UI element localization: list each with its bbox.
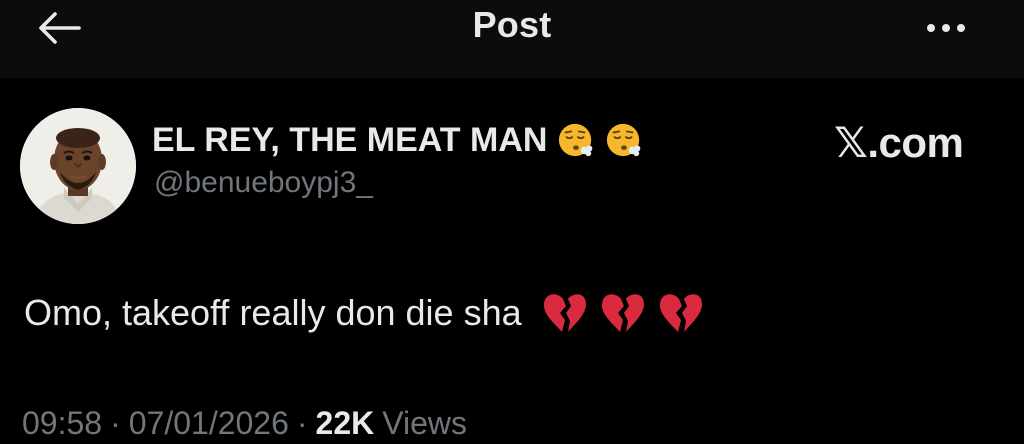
x-com-logo: 𝕏.com: [834, 119, 964, 166]
author-handle[interactable]: @benueboypj3_: [154, 166, 373, 200]
emoji-row: [542, 291, 704, 335]
more-horizontal-icon: [927, 24, 935, 32]
broken-heart-emoji: [543, 294, 586, 332]
face-exhaling-emoji: [607, 123, 641, 157]
avatar[interactable]: [20, 108, 136, 224]
more-options-button[interactable]: [914, 8, 978, 48]
post-meta: 09:58 · 07/01/2026 · 22K Views: [22, 402, 467, 444]
avatar-portrait: [20, 108, 136, 224]
post-time[interactable]: 09:58: [22, 405, 102, 442]
face-exhaling-emoji: [559, 123, 593, 157]
views-label: Views: [382, 404, 468, 441]
author-display-name[interactable]: EL REY, THE MEAT MAN: [152, 118, 643, 162]
top-bar: Post: [0, 0, 1024, 78]
post-text: Omo, takeoff really don die sha: [24, 292, 522, 333]
page-title: Post: [472, 4, 552, 45]
post-body: Omo, takeoff really don die sha: [24, 288, 704, 338]
meta-separator: ·: [296, 404, 308, 441]
more-dot: [942, 24, 950, 32]
author-name-text: EL REY, THE MEAT MAN: [152, 120, 548, 159]
broken-heart-emoji: [659, 294, 702, 332]
broken-heart-emoji: [601, 294, 644, 332]
more-dot: [957, 24, 965, 32]
post-date[interactable]: 07/01/2026: [129, 405, 289, 442]
meta-separator: ·: [110, 404, 121, 441]
views-count[interactable]: 22K: [316, 405, 375, 442]
